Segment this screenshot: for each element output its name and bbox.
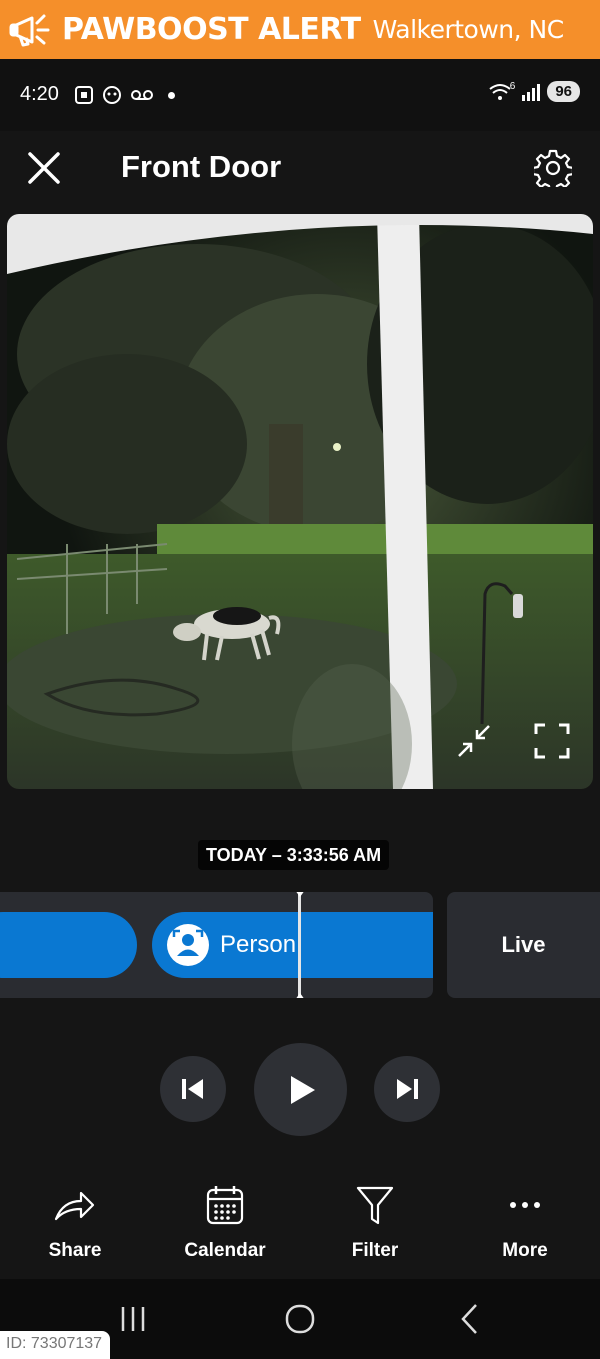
share-button[interactable]: Share bbox=[0, 1175, 150, 1262]
notification-dot bbox=[168, 91, 175, 99]
more-button[interactable]: More bbox=[450, 1175, 600, 1262]
wifi-icon bbox=[489, 83, 511, 100]
status-notification-icons bbox=[74, 85, 175, 105]
filter-label: Filter bbox=[351, 1240, 399, 1261]
calendar-label: Calendar bbox=[184, 1240, 266, 1261]
share-label: Share bbox=[48, 1240, 102, 1261]
face-icon bbox=[103, 86, 121, 104]
event-timestamp: TODAY – 3:33:56 AM bbox=[198, 840, 390, 870]
filter-icon bbox=[356, 1186, 394, 1225]
close-icon[interactable] bbox=[24, 148, 64, 188]
event-timeline[interactable]: Person bbox=[0, 892, 433, 998]
live-button[interactable]: Live bbox=[447, 892, 600, 998]
home-icon[interactable] bbox=[280, 1299, 320, 1339]
fullscreen-icon[interactable] bbox=[533, 722, 571, 760]
event-type-label: Person bbox=[220, 931, 297, 958]
shrink-icon[interactable] bbox=[455, 722, 493, 760]
status-time: 4:20 bbox=[20, 83, 59, 105]
more-label: More bbox=[502, 1240, 548, 1261]
timeline-event-person[interactable]: Person bbox=[152, 912, 433, 978]
wifi-label: 6 bbox=[509, 81, 516, 92]
action-bar: Share Calendar Filter More bbox=[0, 1175, 600, 1275]
share-icon bbox=[54, 1191, 95, 1221]
more-icon bbox=[510, 1202, 540, 1208]
playhead-bottom-marker bbox=[295, 993, 305, 998]
skip-next-icon bbox=[397, 1079, 418, 1099]
status-system-icons: 6 96 bbox=[488, 81, 580, 102]
voicemail-icon bbox=[131, 90, 153, 100]
banner-brand: PAWBOOST ALERT bbox=[62, 12, 361, 47]
playhead-top-marker bbox=[295, 892, 305, 897]
camera-video-feed[interactable] bbox=[7, 214, 593, 789]
next-event-button[interactable] bbox=[374, 1056, 440, 1122]
calendar-icon bbox=[206, 1186, 244, 1225]
recent-apps-icon[interactable] bbox=[113, 1299, 153, 1339]
battery-indicator: 96 bbox=[547, 81, 580, 102]
night-yard-scene bbox=[7, 214, 593, 789]
back-icon[interactable] bbox=[450, 1299, 490, 1339]
timeline-event-previous[interactable] bbox=[0, 912, 137, 978]
skip-previous-icon bbox=[182, 1079, 203, 1099]
calendar-button[interactable]: Calendar bbox=[150, 1175, 300, 1262]
camera-header: Front Door bbox=[0, 131, 600, 211]
timeline-playhead[interactable] bbox=[298, 892, 301, 998]
play-button[interactable] bbox=[254, 1043, 347, 1136]
previous-event-button[interactable] bbox=[160, 1056, 226, 1122]
image-id-tag: ID: 73307137 bbox=[0, 1331, 111, 1359]
person-detect-icon bbox=[167, 924, 209, 966]
screenshot-icon bbox=[75, 86, 93, 104]
filter-button[interactable]: Filter bbox=[300, 1175, 450, 1262]
signal-icon bbox=[522, 83, 541, 101]
status-bar: 4:20 6 96 bbox=[0, 59, 600, 131]
banner-location: Walkertown, NC bbox=[372, 15, 565, 44]
play-icon bbox=[290, 1075, 315, 1104]
page-title: Front Door bbox=[121, 149, 282, 184]
gear-icon[interactable] bbox=[534, 149, 572, 187]
pawboost-banner: PAWBOOST ALERT Walkertown, NC bbox=[0, 0, 600, 59]
megaphone-icon bbox=[9, 14, 50, 46]
